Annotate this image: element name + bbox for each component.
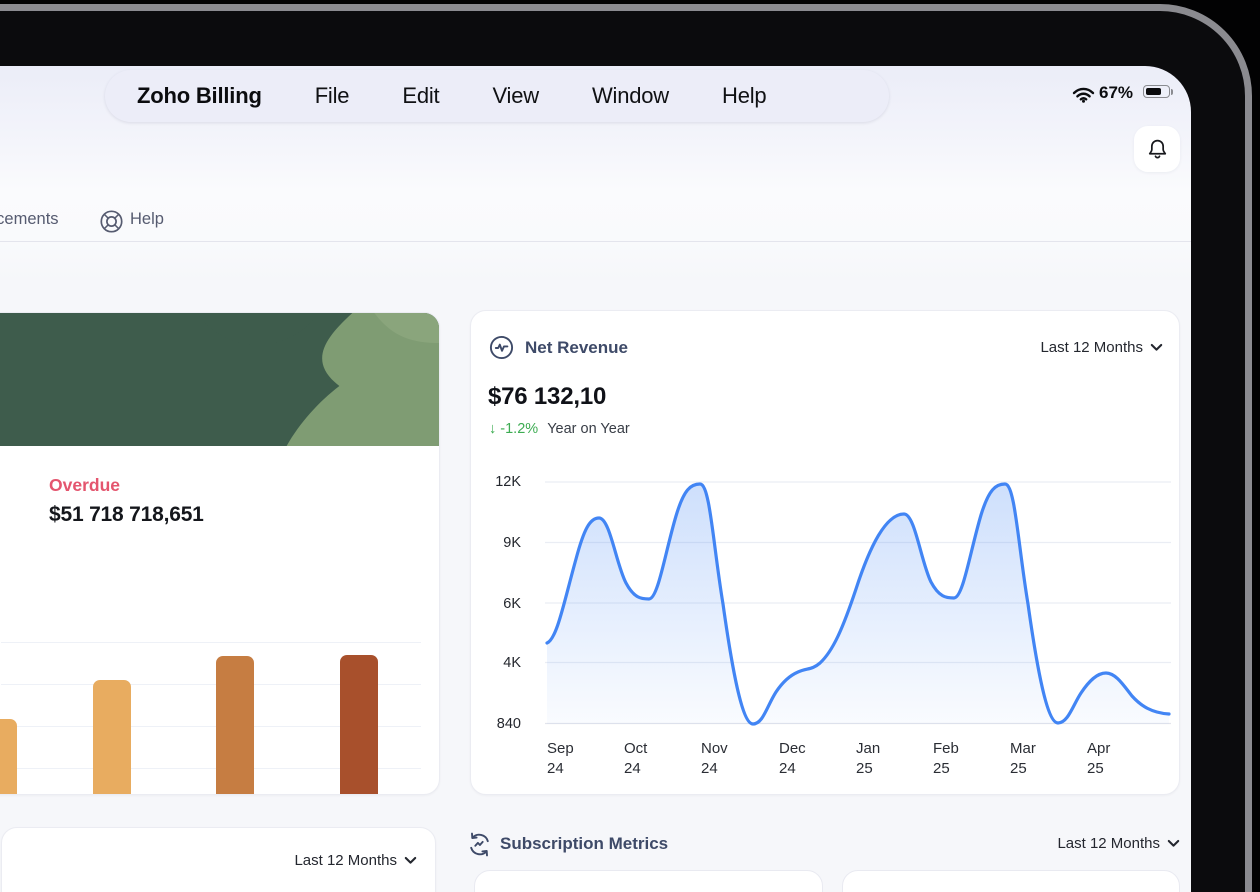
chevron-down-icon — [1167, 839, 1180, 848]
menu-item-edit[interactable]: Edit — [402, 83, 439, 109]
menu-bar: Zoho Billing File Edit View Window Help — [105, 70, 889, 122]
net-revenue-range-selector[interactable]: Last 12 Months — [1040, 339, 1163, 356]
x-tick-label: Jan25 — [856, 739, 912, 779]
aging-summary-card: Last 12 Months — [1, 827, 436, 892]
card-title-net-revenue: Net Revenue — [525, 338, 628, 358]
menu-item-window[interactable]: Window — [592, 83, 669, 109]
bar-31-45 — [216, 656, 254, 795]
overdue-aging-bar-chart: 516-3031-45>45 — [1, 625, 421, 795]
net-revenue-area-chart — [541, 456, 1175, 741]
x-tick-label: Oct24 — [624, 739, 680, 779]
x-tick-label: Feb25 — [933, 739, 989, 779]
wifi-icon — [1072, 86, 1095, 103]
range-label: Last 12 Months — [1040, 339, 1143, 356]
trend-note: Year on Year — [547, 421, 630, 437]
activity-icon — [488, 334, 515, 361]
battery-percent: 67% — [1099, 83, 1133, 103]
chevron-down-icon — [1150, 343, 1163, 352]
x-tick-label: Apr25 — [1087, 739, 1143, 779]
battery-fill — [1146, 88, 1161, 95]
notifications-button[interactable] — [1134, 126, 1180, 172]
help-buoy-icon — [99, 209, 124, 234]
bar-5 — [0, 719, 17, 795]
trend-arrow-and-delta: ↓ -1.2% — [489, 421, 538, 437]
x-tick-label: Sep24 — [547, 739, 603, 779]
menu-item-file[interactable]: File — [315, 83, 350, 109]
x-tick-label: Mar25 — [1010, 739, 1066, 779]
subscription-cycle-icon — [466, 831, 493, 858]
y-tick-label: 840 — [476, 716, 521, 732]
battery-icon — [1143, 85, 1170, 98]
range-label: Last 12 Months — [1057, 835, 1160, 852]
subscription-metric-card — [474, 870, 823, 892]
bar->45 — [340, 655, 378, 795]
bar-16-30 — [93, 680, 131, 795]
device-screen: 67% Zoho Billing FileEditViewWindowHelp … — [0, 66, 1191, 892]
nav-item-help[interactable]: Help — [130, 210, 164, 229]
battery-nub — [1171, 89, 1174, 95]
y-tick-label: 4K — [476, 655, 521, 671]
chevron-down-icon — [404, 856, 417, 865]
y-tick-label: 6K — [476, 596, 521, 612]
net-revenue-amount: $76 132,10 — [488, 383, 606, 411]
subscription-range-selector[interactable]: Last 12 Months — [1057, 835, 1180, 852]
y-tick-label: 9K — [476, 535, 521, 551]
net-revenue-card: Net Revenue Last 12 Months $76 132,10 ↓ … — [470, 310, 1180, 795]
y-tick-label: 12K — [476, 474, 521, 490]
nav-item-announcements-fragment[interactable]: ncements — [0, 210, 59, 229]
card-header-artwork — [0, 313, 439, 446]
menu-item-help[interactable]: Help — [722, 83, 766, 109]
menu-item-view[interactable]: View — [492, 83, 539, 109]
bell-icon — [1146, 137, 1169, 162]
x-tick-label: Dec24 — [779, 739, 835, 779]
aging-range-selector[interactable]: Last 12 Months — [294, 852, 417, 869]
section-title-subscription-metrics: Subscription Metrics — [500, 834, 668, 854]
menu-app-name[interactable]: Zoho Billing — [137, 83, 262, 109]
page-background: 67% Zoho Billing FileEditViewWindowHelp … — [0, 0, 1260, 892]
gridline — [1, 642, 421, 643]
net-revenue-trend: ↓ -1.2% Year on Year — [489, 421, 630, 437]
overdue-status-label: Overdue — [49, 475, 120, 496]
overdue-card: Overdue $51 718 718,651 516-3031-45>45 — [0, 312, 440, 795]
area-fill — [547, 484, 1169, 724]
overdue-amount: $51 718 718,651 — [49, 503, 204, 527]
subscription-metric-card — [842, 870, 1180, 892]
range-label: Last 12 Months — [294, 852, 397, 869]
nav-divider — [0, 241, 1191, 242]
x-tick-label: Nov24 — [701, 739, 757, 779]
